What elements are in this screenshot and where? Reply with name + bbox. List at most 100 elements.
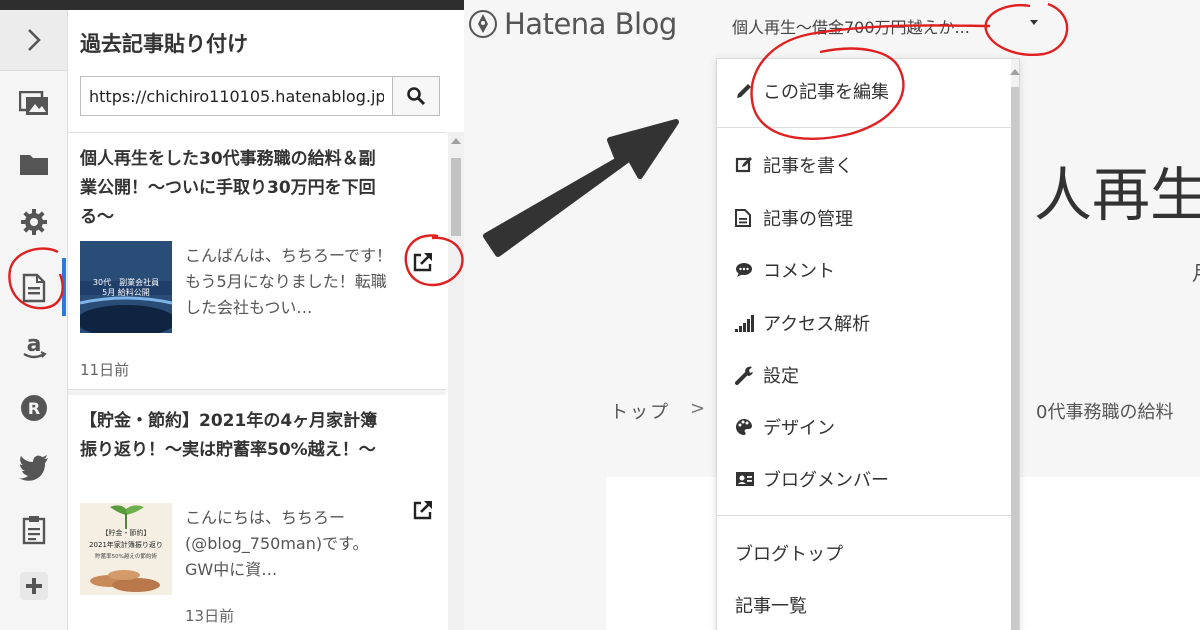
comment-icon	[736, 263, 752, 277]
rail-settings-button[interactable]	[0, 198, 67, 246]
hatena-pen-icon	[469, 10, 497, 38]
menu-item-label: 記事の管理	[763, 209, 853, 230]
svg-text:貯蓄率50%越えの節約術: 貯蓄率50%越えの節約術	[95, 552, 157, 560]
list-item: 個人再生をした30代事務職の給料＆副業公開！〜ついに手取り30万円を下回る〜 3…	[68, 133, 446, 390]
image-icon	[18, 91, 48, 115]
menu-item-settings[interactable]: 設定	[717, 351, 1011, 399]
entry-date: 13日前	[185, 607, 235, 625]
icon-rail: a R	[0, 10, 68, 630]
document-icon	[22, 273, 45, 303]
entry-title: 個人再生をした30代事務職の給料＆副業公開！〜ついに手取り30万円を下回る〜	[80, 149, 376, 227]
entry-thumbnail: 30代 副業会社員 5月 給料公開	[80, 241, 172, 333]
rail-amazon-button[interactable]: a	[0, 322, 67, 370]
active-indicator	[62, 258, 66, 316]
scroll-thumb[interactable]	[451, 158, 461, 236]
folder-icon	[19, 155, 48, 175]
dropdown-scrollbar[interactable]	[1010, 59, 1020, 630]
thumbnail-image: 【貯金・節約】 2021年家計簿振り返り 貯蓄率50%越えの節約術	[80, 503, 172, 595]
plus-icon	[19, 572, 48, 600]
svg-text:R: R	[27, 399, 39, 418]
menu-item-label: ブログメンバー	[763, 470, 889, 491]
external-link-icon	[413, 501, 432, 520]
external-link-icon	[413, 253, 432, 272]
expand-panel-button[interactable]	[0, 10, 67, 71]
menu-item-write-article[interactable]: 記事を書く	[717, 141, 1011, 189]
document-icon	[735, 209, 751, 227]
menu-item-analytics[interactable]: アクセス解析	[717, 299, 1011, 347]
menu-item-blog-top[interactable]: ブログトップ	[717, 529, 1011, 577]
svg-text:5月 給料公開: 5月 給料公開	[102, 287, 150, 297]
twitter-icon	[18, 455, 48, 481]
menu-item-label: アクセス解析	[763, 314, 871, 335]
rail-twitter-button[interactable]	[0, 444, 67, 492]
menu-item-design[interactable]: デザイン	[717, 403, 1011, 451]
search-button[interactable]	[392, 76, 440, 116]
article-list-scrollbar[interactable]	[448, 132, 464, 630]
menu-item-manage-articles[interactable]: 記事の管理	[717, 194, 1011, 242]
signal-bars-icon	[735, 315, 754, 332]
breadcrumb-top-link[interactable]: トップ	[610, 398, 670, 424]
svg-text:a: a	[26, 332, 41, 357]
blog-menu-dropdown: この記事を編集 記事を書く 記事の管理 コメント アクセス解析 設定 デザイン	[716, 58, 1020, 630]
rail-add-button[interactable]	[0, 562, 67, 610]
entry-thumbnail: 【貯金・節約】 2021年家計簿振り返り 貯蓄率50%越えの節約術	[80, 503, 172, 595]
menu-divider	[717, 127, 1011, 128]
wrench-icon	[735, 366, 753, 385]
menu-item-edit-article[interactable]: この記事を編集	[717, 67, 1011, 115]
menu-item-article-list[interactable]: 記事一覧	[717, 581, 1011, 629]
entry-excerpt: こんにちは、ちちろー(@blog_750man)です。 GW中に資…	[185, 508, 369, 579]
scroll-up-arrow-icon[interactable]	[451, 138, 461, 144]
svg-text:30代 副業会社員: 30代 副業会社員	[93, 277, 159, 287]
pencil-icon	[737, 84, 751, 98]
past-articles-panel: 過去記事貼り付け 個人再生をした30代事務職の給料＆副業公開！〜ついに手取り30…	[68, 10, 464, 630]
scroll-thumb[interactable]	[1011, 87, 1019, 630]
breadcrumb-current: 0代事務職の給料	[1036, 402, 1174, 423]
logo-text: Hatena Blog	[504, 7, 677, 41]
menu-item-label: 記事一覧	[735, 596, 807, 617]
menu-item-comments[interactable]: コメント	[717, 246, 1011, 294]
menu-item-label: コメント	[763, 261, 835, 282]
blog-name-menu[interactable]: 個人再生〜借金700万円越えか...	[732, 14, 970, 38]
menu-item-blog-members[interactable]: ブログメンバー	[717, 455, 1011, 503]
svg-text:【貯金・節約】: 【貯金・節約】	[102, 528, 151, 537]
clipboard-icon	[22, 516, 45, 545]
insert-link-button[interactable]	[410, 497, 436, 523]
gear-icon	[20, 209, 47, 235]
rail-photo-button[interactable]	[0, 80, 67, 128]
blog-page: Hatena Blog 個人再生〜借金700万円越えか... 人再生〜 月 トッ…	[464, 0, 1200, 630]
list-item: 【貯金・節約】2021年の4ヶ月家計簿振り返り！〜実は貯蓄率50%越え！〜 【貯…	[68, 395, 446, 630]
hatena-blog-logo[interactable]: Hatena Blog	[468, 4, 677, 44]
entry-date: 11日前	[80, 361, 130, 379]
rail-rakuten-button[interactable]: R	[0, 384, 67, 432]
palette-icon	[736, 418, 752, 435]
menu-item-label: この記事を編集	[763, 82, 889, 103]
edit-square-icon	[735, 157, 752, 173]
rakuten-icon: R	[20, 395, 47, 421]
rail-past-articles-button[interactable]	[0, 260, 67, 316]
search-icon	[407, 87, 426, 106]
menu-divider	[717, 515, 1011, 516]
scroll-up-arrow-icon[interactable]	[1010, 69, 1020, 75]
rail-folder-button[interactable]	[0, 140, 67, 188]
svg-text:2021年家計簿振り返り: 2021年家計簿振り返り	[89, 540, 163, 549]
id-card-icon	[736, 472, 754, 486]
menu-item-label: ブログトップ	[735, 544, 843, 565]
thumbnail-image: 30代 副業会社員 5月 給料公開	[80, 241, 172, 333]
page-title-fragment: 人再生〜	[1034, 161, 1200, 229]
menu-item-label: 記事を書く	[763, 156, 853, 177]
caret-down-icon[interactable]	[1030, 20, 1038, 25]
panel-title: 過去記事貼り付け	[80, 32, 248, 56]
entry-title: 【貯金・節約】2021年の4ヶ月家計簿振り返り！〜実は貯蓄率50%越え！〜	[80, 411, 378, 460]
insert-link-button[interactable]	[410, 249, 436, 275]
page-meta-fragment: 月	[1192, 257, 1200, 286]
amazon-icon: a	[22, 332, 47, 359]
article-list: 個人再生をした30代事務職の給料＆副業公開！〜ついに手取り30万円を下回る〜 3…	[68, 132, 446, 630]
entry-excerpt: こんばんは、ちちろーです！もう5月になりました！転職した会社もつい…	[185, 246, 393, 317]
breadcrumb-separator: >	[690, 398, 706, 419]
url-input[interactable]	[80, 76, 392, 116]
rail-clipboard-button[interactable]	[0, 506, 67, 554]
menu-item-label: 設定	[763, 366, 799, 387]
top-bar	[0, 0, 464, 10]
editor-sidebar: a R 過去記事貼り付け 個人再生をした30代事務職の給料＆副業公開！〜ついに手…	[0, 0, 464, 630]
menu-item-label: デザイン	[763, 418, 835, 439]
